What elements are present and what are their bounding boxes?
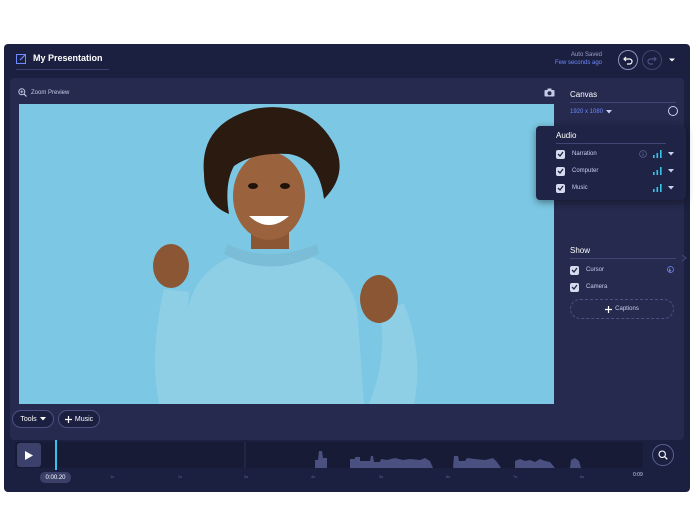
tick-label: 2s <box>178 474 183 479</box>
tools-label: Tools <box>20 415 37 423</box>
tick-label: 3s <box>244 474 249 479</box>
tools-button[interactable]: Tools <box>12 410 54 428</box>
plus-icon <box>605 305 613 313</box>
add-music-button[interactable]: Music <box>58 410 100 428</box>
audio-waveform <box>15 442 643 468</box>
tick-label: 6s <box>446 474 451 479</box>
caret-down-icon <box>39 417 46 421</box>
caret-down-icon[interactable] <box>668 169 674 173</box>
computer-label: Computer <box>572 168 599 174</box>
header: My Presentation Auto Saved Few seconds a… <box>4 44 690 76</box>
auto-saved-label: Auto Saved <box>570 52 602 58</box>
volume-bars-icon[interactable] <box>653 184 662 192</box>
info-icon[interactable] <box>639 150 647 158</box>
music-button-label: Music <box>74 415 94 423</box>
narration-label: Narration <box>572 151 597 157</box>
show-item-cursor[interactable]: Cursor <box>570 264 674 276</box>
add-captions-button[interactable]: Captions <box>570 299 674 319</box>
checkbox-checked-icon[interactable] <box>570 265 579 275</box>
audio-item-music[interactable]: Music <box>556 182 674 194</box>
background-color-icon[interactable] <box>668 106 678 116</box>
search-icon <box>658 450 668 460</box>
caret-down-icon[interactable] <box>668 152 674 156</box>
presenter-image <box>19 104 554 404</box>
divider <box>556 143 666 144</box>
undo-button[interactable] <box>618 50 638 70</box>
current-time: 0:00.20 <box>40 472 71 483</box>
presentation-title[interactable]: My Presentation <box>33 53 103 63</box>
end-time: 0:09 <box>633 472 643 478</box>
title-underline <box>16 69 109 70</box>
edit-icon[interactable] <box>16 53 27 64</box>
show-title: Show <box>570 246 591 255</box>
timeline-zoom-button[interactable] <box>652 444 674 466</box>
timeline-ruler: 1s 2s 3s 4s 5s 6s 7s 8s <box>70 474 650 482</box>
save-status: Auto Saved Few seconds ago <box>555 51 602 67</box>
volume-bars-icon[interactable] <box>653 150 662 158</box>
app-window: My Presentation Auto Saved Few seconds a… <box>4 44 690 492</box>
divider <box>570 258 676 259</box>
redo-button[interactable] <box>642 50 662 70</box>
divider <box>570 102 676 103</box>
timeline-track[interactable] <box>15 442 643 468</box>
play-icon <box>25 450 33 460</box>
redo-icon <box>647 56 657 65</box>
checkbox-checked-icon[interactable] <box>556 166 565 176</box>
tick-label: 7s <box>513 474 518 479</box>
caret-down-icon[interactable] <box>668 186 674 190</box>
caret-down-icon <box>606 110 613 114</box>
checkbox-checked-icon[interactable] <box>556 183 565 193</box>
undo-icon <box>623 56 633 65</box>
camera-label: Camera <box>586 284 608 290</box>
tick-label: 1s <box>110 474 115 479</box>
canvas-title: Canvas <box>570 90 598 99</box>
zoom-icon <box>18 88 27 97</box>
audio-item-computer[interactable]: Computer <box>556 165 674 177</box>
show-item-camera[interactable]: Camera <box>570 281 674 293</box>
plus-icon <box>64 415 72 423</box>
resolution-select[interactable]: 1920 x 1080 <box>570 109 613 115</box>
checkbox-checked-icon[interactable] <box>556 149 565 159</box>
tick-label: 4s <box>311 474 316 479</box>
play-button[interactable] <box>17 443 41 467</box>
tick-label: 8s <box>580 474 585 479</box>
video-preview[interactable] <box>19 104 554 404</box>
resolution-value: 1920 x 1080 <box>570 109 604 115</box>
captions-label: Captions <box>615 306 639 312</box>
playhead[interactable] <box>55 440 57 470</box>
saved-time: Few seconds ago <box>554 60 602 66</box>
music-label: Music <box>572 185 588 191</box>
cursor-settings-icon[interactable] <box>667 266 674 274</box>
camera-icon[interactable] <box>544 88 555 97</box>
chevron-down-icon[interactable] <box>668 56 676 64</box>
audio-popover: Audio Narration Computer Music <box>536 126 686 200</box>
zoom-preview-label: Zoom Preview <box>31 89 70 96</box>
audio-title: Audio <box>556 131 577 140</box>
tick-label: 5s <box>379 474 384 479</box>
cursor-label: Cursor <box>586 267 605 273</box>
zoom-preview-button[interactable]: Zoom Preview <box>18 88 69 97</box>
volume-bars-icon[interactable] <box>653 167 662 175</box>
audio-item-narration[interactable]: Narration <box>556 148 674 160</box>
chevron-right-icon[interactable] <box>680 254 688 262</box>
checkbox-checked-icon[interactable] <box>570 282 579 292</box>
